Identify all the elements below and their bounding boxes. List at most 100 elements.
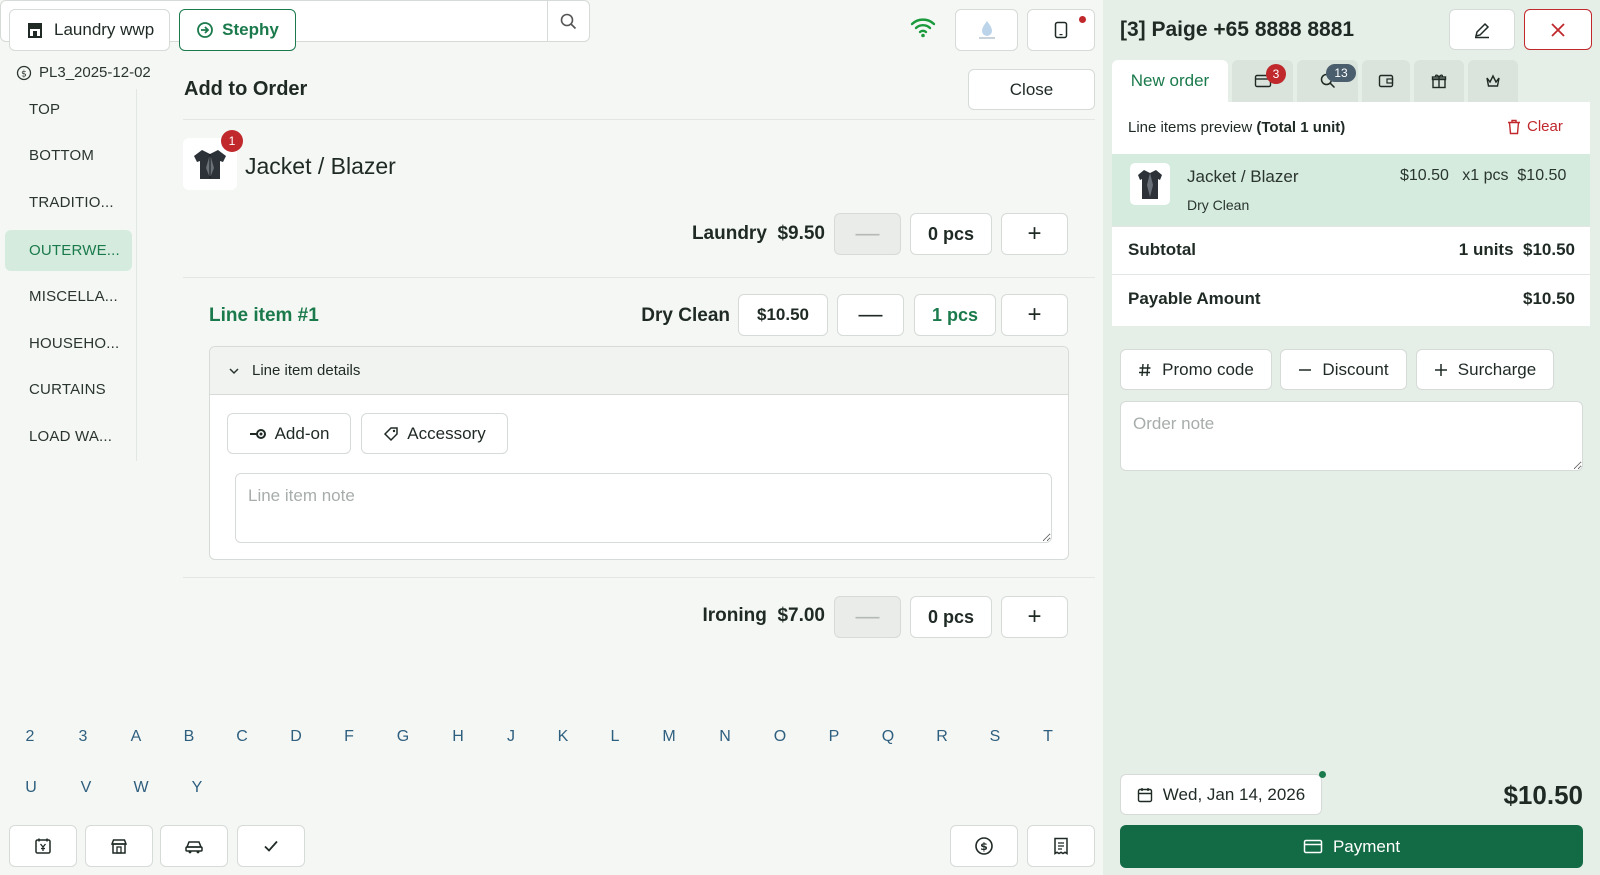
tab-new-order[interactable]: New order — [1112, 60, 1228, 102]
minus-icon — [1298, 363, 1312, 377]
line-item-price[interactable]: $10.50 — [738, 294, 828, 336]
discount-label: Discount — [1322, 359, 1389, 379]
alphabet-key[interactable]: W — [126, 779, 156, 797]
tab-membership[interactable] — [1468, 60, 1518, 102]
receipt-button[interactable] — [1027, 825, 1095, 867]
alphabet-key[interactable]: N — [710, 728, 740, 746]
alphabet-key[interactable]: C — [227, 728, 257, 746]
orders-badge: 3 — [1266, 64, 1286, 84]
alphabet-key[interactable]: O — [765, 728, 795, 746]
ironing-decrement-button[interactable]: — — [834, 596, 901, 638]
divider — [1112, 226, 1590, 227]
calendar-yen-button[interactable] — [9, 825, 77, 867]
category-label: OUTERWE... — [29, 242, 120, 259]
alphabet-key[interactable]: G — [388, 728, 418, 746]
category-item-curtains[interactable]: CURTAINS — [5, 369, 132, 410]
ironing-increment-button[interactable]: + — [1001, 596, 1068, 638]
category-item-bottom[interactable]: BOTTOM — [5, 135, 132, 176]
category-item-outerwear[interactable]: OUTERWE... — [5, 230, 132, 271]
tab-gift[interactable] — [1414, 60, 1464, 102]
payment-button[interactable]: Payment — [1120, 825, 1583, 868]
discount-button[interactable]: Discount — [1280, 349, 1407, 390]
delivery-button[interactable] — [160, 825, 228, 867]
alphabet-key[interactable]: R — [927, 728, 957, 746]
promo-code-button[interactable]: Promo code — [1120, 349, 1272, 390]
panel-title: Add to Order — [184, 78, 308, 100]
alphabet-key[interactable]: P — [819, 728, 849, 746]
pencil-icon — [1473, 21, 1491, 39]
add-on-button[interactable]: Add-on — [227, 413, 351, 454]
gift-icon — [1431, 73, 1447, 89]
line-item-increment-button[interactable]: + — [1001, 294, 1068, 336]
alphabet-key[interactable]: 2 — [15, 728, 45, 746]
add-on-icon — [249, 428, 267, 440]
alphabet-key[interactable]: U — [16, 779, 46, 797]
close-button[interactable]: Close — [968, 69, 1095, 110]
alphabet-key[interactable]: F — [334, 728, 364, 746]
line-item-details-toggle[interactable]: Line item details — [210, 347, 1068, 395]
category-item-miscellaneous[interactable]: MISCELLA... — [5, 276, 132, 317]
product-name: Jacket / Blazer — [245, 153, 396, 179]
payable-value: $10.50 — [1523, 289, 1575, 308]
edit-customer-button[interactable] — [1449, 9, 1515, 50]
alphabet-key[interactable]: B — [174, 728, 204, 746]
category-label: MISCELLA... — [29, 288, 118, 305]
category-item-household[interactable]: HOUSEHO... — [5, 323, 132, 364]
tablet-icon — [1054, 21, 1068, 39]
category-label: LOAD WA... — [29, 428, 113, 445]
cancel-order-button[interactable] — [1524, 9, 1592, 50]
line-item-note[interactable] — [235, 473, 1052, 543]
shop-logo-button[interactable] — [955, 9, 1018, 51]
alphabet-key[interactable]: K — [548, 728, 578, 746]
tab-orders[interactable] — [1232, 60, 1293, 102]
tab-wallet[interactable] — [1362, 60, 1410, 102]
category-label: TOP — [29, 101, 61, 118]
alphabet-key[interactable]: M — [654, 728, 684, 746]
store-selector-button[interactable]: Laundry wwp — [9, 9, 170, 51]
clear-button[interactable]: Clear — [1507, 118, 1563, 135]
cash-button[interactable]: $ — [950, 825, 1018, 867]
clear-label: Clear — [1527, 118, 1563, 135]
alphabet-key[interactable]: V — [71, 779, 101, 797]
line-item-preview-row[interactable] — [1112, 154, 1590, 226]
plus-icon: + — [1027, 301, 1042, 328]
subtotal-value: 1 units $10.50 — [1458, 240, 1575, 259]
search-button[interactable] — [547, 1, 589, 41]
laundry-increment-button[interactable]: + — [1001, 213, 1068, 255]
alphabet-key[interactable]: T — [1033, 728, 1063, 746]
accessory-button[interactable]: Accessory — [361, 413, 508, 454]
jacket-icon — [190, 147, 230, 181]
item-service: Dry Clean — [1187, 197, 1250, 213]
alphabet-key[interactable]: L — [600, 728, 630, 746]
alphabet-key[interactable]: H — [443, 728, 473, 746]
category-item-top[interactable]: TOP — [5, 89, 132, 130]
category-item-load-wash[interactable]: LOAD WA... — [5, 416, 132, 457]
alphabet-key[interactable]: D — [281, 728, 311, 746]
divider — [183, 577, 1095, 578]
alphabet-key[interactable]: 3 — [68, 728, 98, 746]
alphabet-key[interactable]: A — [121, 728, 151, 746]
item-thumbnail — [1130, 163, 1170, 205]
crown-icon — [1485, 74, 1501, 88]
category-item-traditional[interactable]: TRADITIO... — [5, 182, 132, 223]
laundry-decrement-button[interactable]: — — [834, 213, 901, 255]
service-price: $9.50 — [777, 223, 825, 244]
due-date-button[interactable]: Wed, Jan 14, 2026 — [1120, 774, 1322, 815]
svg-text:$: $ — [21, 69, 27, 79]
alphabet-key[interactable]: J — [496, 728, 526, 746]
complete-button[interactable] — [237, 825, 305, 867]
line-item-decrement-button[interactable]: — — [837, 294, 904, 336]
line-item-service: Dry Clean — [641, 305, 730, 326]
session-label: $ PL3_2025-12-02 — [16, 64, 151, 81]
alphabet-key[interactable]: S — [980, 728, 1010, 746]
notification-dot — [1079, 16, 1086, 23]
product-count-badge: 1 — [221, 130, 243, 152]
alphabet-key[interactable]: Y — [182, 779, 212, 797]
staff-button[interactable]: Stephy — [179, 9, 296, 51]
store-button[interactable] — [85, 825, 153, 867]
surcharge-button[interactable]: Surcharge — [1416, 349, 1554, 390]
order-note[interactable] — [1120, 401, 1583, 471]
device-button[interactable] — [1027, 9, 1095, 51]
hash-icon — [1138, 363, 1152, 377]
alphabet-key[interactable]: Q — [873, 728, 903, 746]
